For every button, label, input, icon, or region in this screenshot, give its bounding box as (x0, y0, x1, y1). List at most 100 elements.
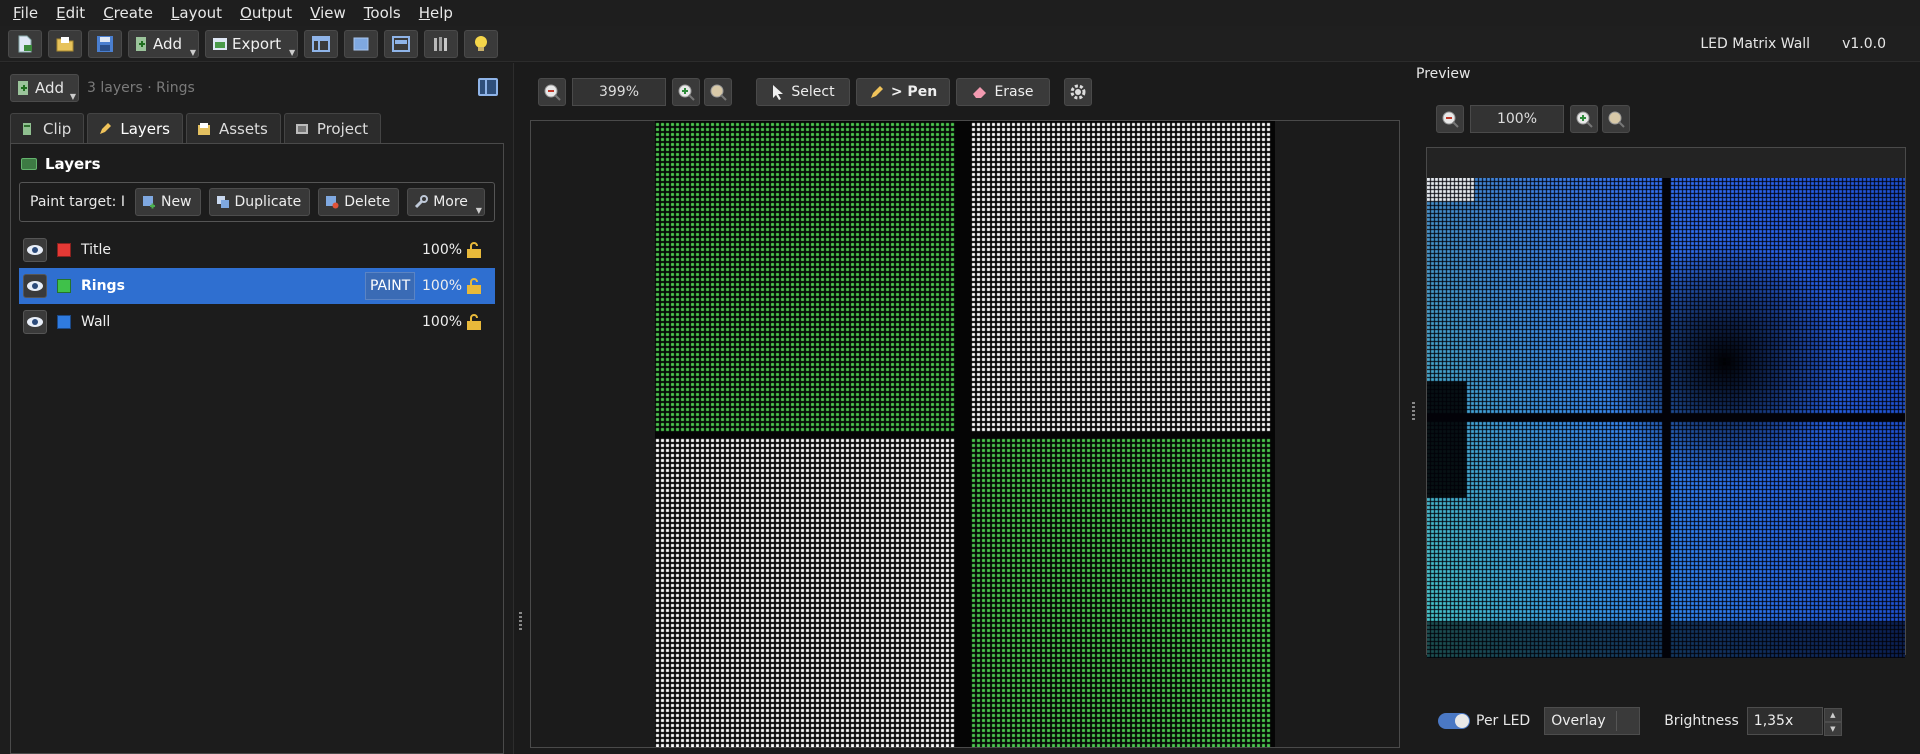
preview-zoom-fit-button[interactable] (1602, 105, 1630, 133)
left-tabs: Clip Layers Assets Project (10, 113, 384, 143)
tip-button[interactable] (464, 29, 499, 58)
layers-panel-title: Layers (45, 155, 101, 173)
eye-icon (27, 281, 43, 291)
paint-target-label: Paint target: I (30, 194, 125, 210)
menu-item[interactable]: Tools (355, 1, 410, 25)
preview-zoom-out-button[interactable] (1436, 105, 1464, 133)
menu-item[interactable]: View (301, 1, 355, 25)
visibility-toggle[interactable] (23, 310, 47, 334)
left-panel: Add ▼ 3 layers · Rings Clip Layers Asset… (0, 63, 514, 754)
tab-label: Assets (218, 119, 268, 138)
preview-canvas[interactable] (1427, 178, 1905, 658)
visibility-toggle[interactable] (23, 274, 47, 298)
layout-stacked-button[interactable] (384, 29, 419, 58)
app-info: LED Matrix Wall v1.0.0 (1700, 26, 1920, 62)
layout-single-button[interactable] (344, 29, 379, 58)
duplicate-label: Duplicate (234, 194, 302, 210)
library-button[interactable] (424, 29, 459, 58)
more-button[interactable]: More ▼ (407, 188, 485, 216)
layer-opacity: 100% (422, 278, 463, 294)
menu-item[interactable]: Help (410, 1, 462, 25)
pen-label: > Pen (890, 84, 938, 100)
library-icon (434, 36, 448, 51)
tab-layers[interactable]: Layers (87, 113, 183, 143)
layers-panel-header: Layers (21, 152, 101, 176)
erase-tool-button[interactable]: Erase (956, 78, 1050, 106)
open-file-button[interactable] (48, 29, 82, 58)
tab-assets[interactable]: Assets (185, 113, 281, 143)
menu-item[interactable]: Edit (47, 1, 94, 25)
layer-name: Wall (81, 314, 111, 330)
preview-zoom-field[interactable]: 100% (1470, 105, 1564, 133)
project-icon (295, 123, 308, 134)
menu-item-label: ile (20, 4, 39, 22)
dropdown-arrow-icon: ▼ (289, 47, 296, 57)
menu-item[interactable]: Layout (162, 1, 231, 25)
duplicate-layer-button[interactable]: Duplicate (208, 188, 311, 216)
save-button[interactable] (88, 29, 122, 58)
zoom-fit-button[interactable] (704, 78, 732, 106)
layer-row-rings[interactable]: Rings PAINT 100% (19, 268, 495, 304)
new-layer-button[interactable]: New (134, 188, 201, 216)
add-icon (136, 36, 146, 51)
left-add-button[interactable]: Add ▼ (10, 74, 80, 102)
new-label: New (160, 194, 192, 210)
gear-icon (1070, 84, 1086, 100)
chevron-down-icon[interactable]: ▼ (1823, 722, 1842, 736)
layer-summary: 3 layers · Rings (87, 80, 195, 96)
paint-badge: PAINT (365, 272, 416, 300)
tab-clip[interactable]: Clip (10, 113, 85, 143)
unlock-icon[interactable] (465, 277, 483, 295)
delete-icon (326, 196, 339, 209)
export-icon (213, 37, 228, 50)
select-tool-button[interactable]: Select (756, 78, 850, 106)
zoom-in-icon (1576, 111, 1593, 128)
menu-item[interactable]: File (4, 1, 47, 25)
unlock-icon[interactable] (465, 241, 483, 259)
pen-tool-button[interactable]: > Pen (856, 78, 950, 106)
menu-item[interactable]: Output (231, 1, 301, 25)
zoom-in-button[interactable] (672, 78, 700, 106)
settings-button[interactable] (1064, 78, 1092, 106)
open-folder-icon (56, 36, 74, 51)
layer-row-wall[interactable]: Wall 100% (19, 304, 495, 340)
menu-item-mnemonic: C (103, 4, 114, 22)
tab-project[interactable]: Project (283, 113, 382, 143)
eye-icon (27, 245, 43, 255)
chevron-up-icon[interactable]: ▲ (1823, 708, 1842, 722)
menu-item-mnemonic: E (56, 4, 66, 22)
export-button[interactable]: Export ▼ (205, 29, 299, 58)
blend-mode-select[interactable]: Overlay (1544, 707, 1641, 735)
editor-zoom-field[interactable]: 399% (572, 78, 666, 106)
new-file-button[interactable] (8, 29, 42, 58)
layer-opacity: 100% (422, 314, 463, 330)
layout-split-button[interactable] (304, 29, 339, 58)
zoom-in-icon (678, 84, 695, 101)
preview-panel: Preview 100% Per LED Overlay Brightness … (1408, 63, 1920, 754)
add-label: Add (153, 34, 183, 53)
preview-zoom-in-button[interactable] (1570, 105, 1598, 133)
layer-color-swatch (57, 315, 71, 329)
add-button[interactable]: Add ▼ (128, 29, 200, 58)
delete-layer-button[interactable]: Delete (318, 188, 400, 216)
brightness-spinbox[interactable]: 1,35x ▲ ▼ (1746, 707, 1842, 736)
lightbulb-icon (475, 35, 488, 51)
per-led-toggle[interactable] (1438, 713, 1470, 729)
unlock-icon[interactable] (465, 313, 483, 331)
panel-toggle-icon[interactable] (478, 78, 498, 96)
layers-panel: Layers Paint target: I New Duplicate Del… (10, 143, 504, 754)
layer-row-title[interactable]: Title 100% (19, 232, 495, 268)
tab-label: Clip (43, 119, 72, 138)
brightness-stepper[interactable]: ▲ ▼ (1823, 708, 1842, 736)
layout-single-icon (353, 37, 369, 50)
visibility-toggle[interactable] (23, 238, 47, 262)
menu-item[interactable]: Create (94, 1, 162, 25)
editor-toolbar: 399% Select > Pen Erase (538, 77, 1092, 107)
led-editor-canvas[interactable] (655, 121, 1275, 747)
duplicate-icon (216, 196, 229, 208)
menu-bar: File Edit Create Layout Output View Tools Help (0, 0, 1920, 26)
new-layer-icon (142, 196, 155, 209)
dropdown-arrow-icon: ▼ (475, 206, 482, 215)
menu-item-label: utput (251, 4, 293, 22)
zoom-out-button[interactable] (538, 78, 566, 106)
